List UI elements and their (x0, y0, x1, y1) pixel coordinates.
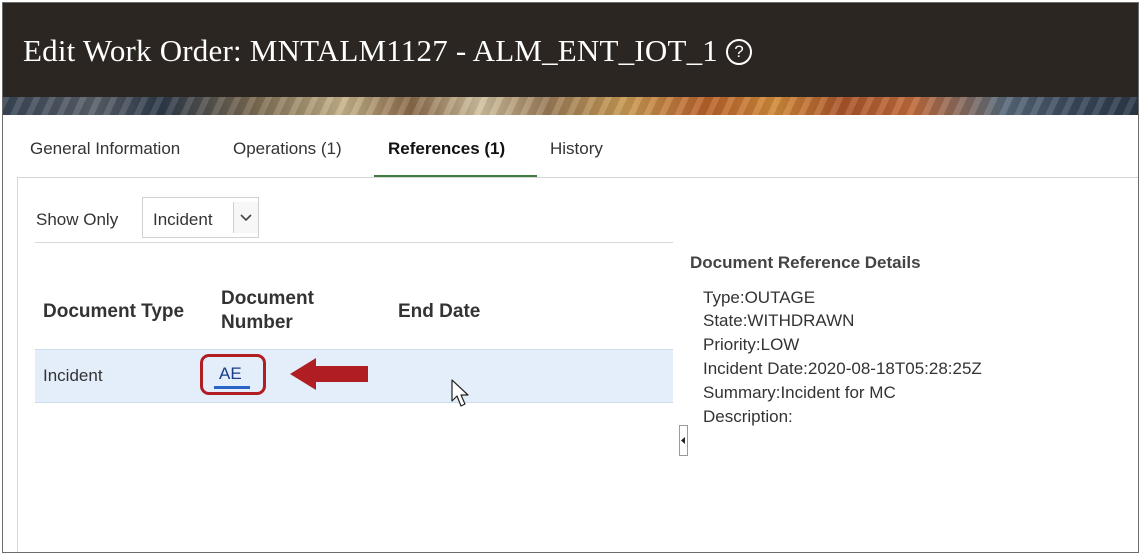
banner-pattern (3, 97, 1138, 115)
arrow-left-icon (290, 358, 368, 390)
references-panel: Show Only Incident Document Type Documen… (17, 177, 1138, 552)
decorative-banner (3, 97, 1138, 115)
column-header-document-number-line2: Number (221, 312, 293, 333)
page-title: Edit Work Order: MNTALM1127 - ALM_ENT_IO… (23, 33, 753, 69)
show-only-label: Show Only (36, 210, 119, 229)
mouse-cursor-icon (451, 379, 469, 407)
detail-description: Description: (703, 407, 793, 426)
detail-state: State:WITHDRAWN (703, 311, 855, 330)
show-only-selected-value: Incident (153, 210, 213, 229)
app-window: Edit Work Order: MNTALM1127 - ALM_ENT_IO… (2, 2, 1139, 553)
page-title-text: Edit Work Order: MNTALM1127 - ALM_ENT_IO… (23, 33, 719, 68)
column-header-end-date[interactable]: End Date (398, 300, 480, 324)
column-header-document-number-line1: Document (221, 288, 314, 309)
divider (35, 242, 673, 243)
column-header-document-type[interactable]: Document Type (43, 300, 184, 324)
detail-type: Type:OUTAGE (703, 288, 816, 307)
collapse-pane-handle[interactable] (679, 425, 688, 456)
show-only-select[interactable]: Incident (142, 197, 259, 238)
chevron-down-icon[interactable] (233, 202, 258, 233)
tab-operations[interactable]: Operations (1) (233, 139, 342, 159)
tab-references[interactable]: References (1) (388, 139, 505, 159)
question-circle-icon[interactable]: ? (726, 39, 753, 65)
detail-incident-date: Incident Date:2020-08-18T05:28:25Z (703, 359, 982, 378)
page-header: Edit Work Order: MNTALM1127 - ALM_ENT_IO… (3, 3, 1138, 97)
callout-highlight-box (200, 354, 266, 395)
column-header-document-number[interactable]: Document Number (221, 287, 314, 335)
tab-general-information[interactable]: General Information (30, 139, 180, 159)
cell-document-type: Incident (43, 366, 103, 385)
detail-summary: Summary:Incident for MC (703, 383, 896, 402)
tab-bar: General Information Operations (1) Refer… (3, 115, 1138, 179)
detail-priority: Priority:LOW (703, 335, 800, 354)
tab-history[interactable]: History (550, 139, 603, 159)
details-title: Document Reference Details (690, 253, 921, 272)
